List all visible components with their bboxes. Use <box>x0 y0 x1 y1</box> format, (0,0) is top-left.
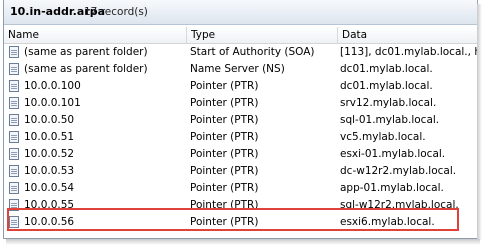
zone-title-bar: 10.in-addr.arpa 17 record(s) <box>4 0 477 25</box>
document-icon <box>9 165 19 177</box>
record-data: dc01.mylab.local. <box>340 63 433 75</box>
record-row[interactable]: 10.0.0.101 Pointer (PTR) srv12.mylab.loc… <box>4 95 477 112</box>
record-type: Pointer (PTR) <box>190 97 259 109</box>
record-row[interactable]: (same as parent folder) Name Server (NS)… <box>4 61 477 78</box>
record-name: 10.0.0.55 <box>24 199 75 211</box>
document-icon <box>9 63 19 75</box>
record-type: Pointer (PTR) <box>190 80 259 92</box>
record-name: (same as parent folder) <box>24 63 148 75</box>
record-type: Pointer (PTR) <box>190 148 259 160</box>
column-header-data[interactable]: Data <box>338 27 477 43</box>
record-name: 10.0.0.100 <box>24 80 81 92</box>
record-row[interactable]: 10.0.0.50 Pointer (PTR) sql-01.mylab.loc… <box>4 112 477 129</box>
record-data: dc-w12r2.mylab.local. <box>340 165 457 177</box>
document-icon <box>9 114 19 126</box>
record-data: app-01.mylab.local. <box>340 182 444 194</box>
window-shadow-right <box>477 4 482 240</box>
record-data: srv12.mylab.local. <box>340 97 437 109</box>
dns-zone-window: 10.in-addr.arpa 17 record(s) Name Type D… <box>3 0 478 239</box>
column-header-name[interactable]: Name <box>4 27 187 43</box>
record-row[interactable]: 10.0.0.54 Pointer (PTR) app-01.mylab.loc… <box>4 180 477 197</box>
record-type: Name Server (NS) <box>190 63 285 75</box>
records-list: (same as parent folder) Start of Authori… <box>4 44 477 231</box>
record-data: dc01.mylab.local. <box>340 80 433 92</box>
document-icon <box>9 131 19 143</box>
document-icon <box>9 80 19 92</box>
column-header-type[interactable]: Type <box>187 27 338 43</box>
record-data: esxi6.mylab.local. <box>340 216 435 228</box>
record-row[interactable]: 10.0.0.100 Pointer (PTR) dc01.mylab.loca… <box>4 78 477 95</box>
record-row[interactable]: (same as parent folder) Start of Authori… <box>4 44 477 61</box>
record-name: 10.0.0.101 <box>24 97 81 109</box>
document-icon <box>9 97 19 109</box>
record-row-selected[interactable]: 10.0.0.56 Pointer (PTR) esxi6.mylab.loca… <box>4 214 477 231</box>
record-type: Pointer (PTR) <box>190 199 259 211</box>
record-type: Pointer (PTR) <box>190 114 259 126</box>
column-header: Name Type Data <box>4 27 477 44</box>
record-type: Pointer (PTR) <box>190 216 259 228</box>
document-icon <box>9 182 19 194</box>
document-icon <box>9 216 19 228</box>
record-type: Start of Authority (SOA) <box>190 46 315 58</box>
record-row[interactable]: 10.0.0.52 Pointer (PTR) esxi-01.mylab.lo… <box>4 146 477 163</box>
record-name: (same as parent folder) <box>24 46 148 58</box>
record-count: 17 record(s) <box>84 6 148 18</box>
document-icon <box>9 148 19 160</box>
record-row[interactable]: 10.0.0.53 Pointer (PTR) dc-w12r2.mylab.l… <box>4 163 477 180</box>
record-row[interactable]: 10.0.0.51 Pointer (PTR) vc5.mylab.local. <box>4 129 477 146</box>
record-type: Pointer (PTR) <box>190 165 259 177</box>
record-name: 10.0.0.54 <box>24 182 75 194</box>
record-row[interactable]: 10.0.0.55 Pointer (PTR) sql-w12r2.mylab.… <box>4 197 477 214</box>
record-data: [113], dc01.mylab.local., h <box>340 46 477 58</box>
record-name: 10.0.0.50 <box>24 114 75 126</box>
record-name: 10.0.0.51 <box>24 131 75 143</box>
record-data: esxi-01.mylab.local. <box>340 148 446 160</box>
record-type: Pointer (PTR) <box>190 182 259 194</box>
record-data: vc5.mylab.local. <box>340 131 426 143</box>
document-icon <box>9 46 19 58</box>
record-name: 10.0.0.52 <box>24 148 75 160</box>
window-shadow-bottom <box>6 239 480 245</box>
record-name: 10.0.0.53 <box>24 165 75 177</box>
record-data: sql-01.mylab.local. <box>340 114 440 126</box>
document-icon <box>9 199 19 211</box>
record-data: sql-w12r2.mylab.local. <box>340 199 459 211</box>
record-name: 10.0.0.56 <box>24 216 75 228</box>
record-type: Pointer (PTR) <box>190 131 259 143</box>
